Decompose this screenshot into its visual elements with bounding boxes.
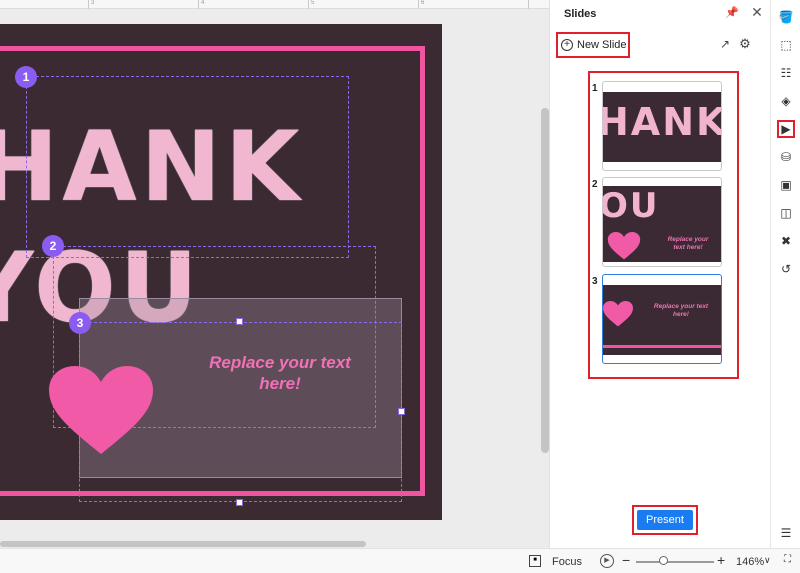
right-toolbar: 🪣 ⬚ ☷ ◈ ▶ ⛁ ▣ ◫ ✖ ↺ ☰ [770,0,800,548]
present-highlight: Present [632,505,698,535]
badge-2: 2 [42,235,64,257]
pin-icon[interactable]: 📌 [725,6,739,20]
resize-handle[interactable] [236,499,243,506]
symbol-icon[interactable]: ◫ [777,204,795,222]
gear-icon[interactable]: ⚙ [738,36,752,51]
resize-handle[interactable] [236,318,243,325]
style-icon[interactable]: ⬚ [777,36,795,54]
play-icon[interactable]: ▶ [600,554,614,568]
app-window: 3 4 5 6 HANK YOU 1 2 3 Replace your text… [0,0,800,573]
database-icon[interactable]: ⛁ [777,148,795,166]
layers-icon[interactable]: ◈ [777,92,795,110]
horizontal-scrollbar[interactable] [0,541,366,547]
focus-label[interactable]: Focus [552,556,582,568]
paint-bucket-icon[interactable]: 🪣 [777,8,795,26]
resize-handle[interactable] [398,408,405,415]
thumb-heading: OU [603,186,660,226]
ruler-mark: 6 [421,0,425,6]
ruler-mark: 5 [311,0,315,6]
image-icon[interactable]: ▣ [777,176,795,194]
slide-thumbnail-2[interactable]: OU Replace your text here! [602,177,722,267]
slides-panel: Slides 📌 ✕ + New Slide ↗ ⚙ 1 HANK 2 OU R… [549,0,770,548]
zoom-out-button[interactable]: − [622,552,630,568]
thumb-heart-icon [607,232,641,260]
thumb-caption: Replace your text here! [667,236,709,251]
present-button[interactable]: Present [637,510,693,530]
canvas-area[interactable]: 3 4 5 6 HANK YOU 1 2 3 Replace your text… [0,0,549,548]
thumb-pink-line [603,345,721,348]
badge-1: 1 [15,66,37,88]
badge-3: 3 [69,312,91,334]
zoom-in-button[interactable]: + [717,552,725,568]
zoom-slider-knob[interactable] [659,556,668,565]
thumb-number: 1 [592,83,598,94]
ruler-mark: 4 [201,0,205,6]
thumb-heart-icon [603,301,633,327]
vertical-scrollbar[interactable] [541,108,549,453]
history-icon[interactable]: ↺ [777,260,795,278]
fullscreen-icon[interactable]: ⛶ [784,554,796,566]
chevron-down-icon[interactable]: ∨ [764,555,771,566]
slide-thumbnail-1[interactable]: HANK [602,81,722,171]
thumb-number: 2 [592,179,598,190]
export-icon[interactable]: ↗ [718,37,732,51]
shuffle-icon[interactable]: ✖ [777,232,795,250]
panel-title: Slides [564,8,597,20]
ruler-mark: 3 [91,0,95,6]
thumb-caption: Replace your text here! [653,303,709,318]
body-text[interactable]: Replace your text here! [200,352,360,394]
status-bar: ■ Focus ▶ − + 146% ∨ ⛶ [0,548,800,573]
grid-icon[interactable]: ☷ [777,64,795,82]
thumb-heading: HANK [603,100,721,144]
new-slide-button[interactable]: + New Slide [556,32,630,58]
close-icon[interactable]: ✕ [750,4,764,20]
settings-list-icon[interactable]: ☰ [777,524,795,542]
plus-circle-icon: + [561,39,573,51]
selection-box-1 [26,76,349,258]
focus-icon[interactable]: ■ [529,555,541,567]
zoom-level[interactable]: 146% [736,556,764,568]
slideshow-icon[interactable]: ▶ [777,120,795,138]
zoom-slider[interactable] [636,561,714,563]
new-slide-label: New Slide [577,39,627,51]
thumb-number: 3 [592,276,598,287]
thumbnails-list: 1 HANK 2 OU Replace your text here! 3 Re… [588,71,739,379]
slide-thumbnail-3[interactable]: Replace your text here! [602,274,722,364]
ruler: 3 4 5 6 [0,0,549,9]
heart-shape[interactable] [49,366,153,456]
